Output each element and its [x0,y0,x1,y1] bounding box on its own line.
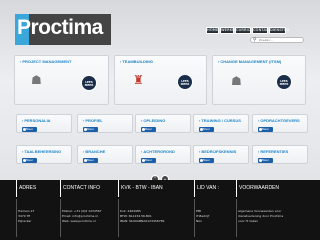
meer-button[interactable]: Meer [141,127,156,132]
card-opdrachtgevers[interactable]: ›OPDRACHTGEVERS Meer [252,114,308,133]
card-title: ›OPDRACHTGEVERS [258,118,300,123]
footer-separator [16,199,17,237]
footer-line: Pijnacker [18,219,32,223]
footer-line: PMI [196,209,202,213]
logo[interactable]: Proctima [15,14,111,45]
card-title: ›TRAINING / CURSUS [199,118,241,123]
card-title: ›BRANCHE [83,149,106,154]
footer-col-contact: CONTACT INFO Mobiel: +31 (0)6 1234567 Em… [60,180,115,240]
meer-button[interactable]: Meer [22,158,37,163]
card-personalia[interactable]: ›PERSONALIA Meer [16,114,72,133]
figure-change-icon: ☗ [231,74,242,88]
arrow-icon [84,159,87,162]
meer-button[interactable]: Meer [83,158,98,163]
nav-item-contact[interactable]: CONTACT [252,27,271,34]
arrow-icon [84,128,87,131]
footer-heading: ADRES [16,180,36,197]
search-placeholder: Zoeken... [259,38,273,42]
card-opleiding[interactable]: ›OPLEIDING Meer [135,114,191,133]
footer-line: voor IT zaken [238,219,259,223]
footer-col-kvk: KVK - BTW - IBAN Kvk: 2464985 BTW: NL123… [118,180,193,240]
meer-button[interactable]: Meer [83,127,98,132]
meer-button[interactable]: Meer [141,158,156,163]
footer-line: 3470 TE [18,214,31,218]
footer-separator [60,199,61,237]
arrow-icon [142,159,145,162]
footer-line[interactable]: Email: info@proctima.nl [62,214,98,218]
footer-separator [118,199,119,237]
footer-line: Hamers 27 [18,209,35,213]
logo-text: Proctima [17,16,103,39]
lees-meer-badge[interactable]: LEES MEER [177,74,193,90]
arrow-icon [23,128,26,131]
meer-button[interactable]: Meer [258,158,273,163]
card-title: ›PROFIEL [83,118,103,123]
footer-line: IBAN: NL00ABNA0123456789 [120,219,165,223]
card-title: ›PROJECT MANAGEMENT [20,59,72,64]
footer-line[interactable]: Web: www.proctima.nl [62,219,96,223]
footer-line: NGI [196,219,202,223]
footer-heading: LID VAN : [194,180,219,197]
meer-button[interactable]: Meer [258,127,273,132]
card-title: ›TAALBEHEERSING [22,149,62,154]
card-title: ›BEDRIJFSKENNIS [199,149,237,154]
footer-line: Mobiel: +31 (0)6 1234567 [62,209,102,213]
meer-button[interactable]: Meer [22,127,37,132]
search-input[interactable]: ⚲ Zoeken... [250,37,304,43]
card-project-management[interactable]: ›PROJECT MANAGEMENT ☗ LEES MEER [14,55,109,105]
footer: ADRES Hamers 27 3470 TE Pijnacker CONTAC… [0,180,320,240]
footer-heading: VOORWAARDEN [236,180,279,197]
card-achtergrond[interactable]: ›ACHTERGROND Meer [135,145,191,164]
card-branche[interactable]: ›BRANCHE Meer [77,145,133,164]
card-change-management[interactable]: ›CHANGE MANAGEMENT (ITSM) ☗ LEES MEER [212,55,306,105]
nav-item-diensten[interactable]: DIENSTEN [269,27,289,34]
nav-item-home[interactable]: HOME [206,27,219,34]
footer-heading: CONTACT INFO [60,180,100,197]
footer-heading: KVK - BTW - IBAN [118,180,163,197]
card-bedrijfskennis[interactable]: ›BEDRIJFSKENNIS Meer [193,145,249,164]
lees-meer-badge[interactable]: LEES MEER [81,75,97,91]
footer-col-lid-van: LID VAN : PMI IT-Bedrijf NGI [194,180,234,240]
footer-col-adres: ADRES Hamers 27 3470 TE Pijnacker [16,180,58,240]
arrow-icon [259,128,262,131]
main-area: Proctima HOME WERKEN CURRICULUM CONTACT … [0,0,320,180]
card-title: ›REFERENTIES [258,149,289,154]
footer-col-voorwaarden: VOORWAARDEN Algemene Voorwaarden voor di… [236,180,316,240]
card-teambuilding[interactable]: ›TEAMBUILDING ♜ LEES MEER [114,55,207,105]
arrow-icon [259,159,262,162]
card-title: ›CHANGE MANAGEMENT (ITSM) [218,59,282,64]
card-title: ›ACHTERGROND [141,149,175,154]
card-profiel[interactable]: ›PROFIEL Meer [77,114,133,133]
footer-separator [236,199,237,237]
arrow-icon [200,159,203,162]
meer-button[interactable]: Meer [199,158,214,163]
nav-item-werken[interactable]: WERKEN [220,27,237,34]
footer-line[interactable]: Algemene Voorwaarden voor [238,209,281,213]
arrow-icon [23,159,26,162]
footer-line: IT-Bedrijf [196,214,210,218]
team-figures-icon: ♜ [133,73,144,87]
card-taalbeheersing[interactable]: ›TAALBEHEERSING Meer [16,145,72,164]
arrow-icon [200,128,203,131]
footer-line: BTW: NL1234.56.B01 [120,214,152,218]
nav-item-curriculum[interactable]: CURRICULUM [235,27,261,34]
footer-line: dienstverlening door Proctima [238,214,284,218]
meer-button[interactable]: Meer [199,127,214,132]
card-title: ›TEAMBUILDING [120,59,154,64]
arrow-icon [142,128,145,131]
card-training-cursus[interactable]: ›TRAINING / CURSUS Meer [193,114,249,133]
footer-separator [194,199,195,237]
footer-line: Kvk: 2464985 [120,209,141,213]
lees-meer-badge[interactable]: LEES MEER [276,74,292,90]
card-referenties[interactable]: ›REFERENTIES Meer [252,145,308,164]
card-title: ›OPLEIDING [141,118,166,123]
figure-with-flip-chart-icon: ☗ [31,73,42,87]
card-title: ›PERSONALIA [22,118,51,123]
search-icon: ⚲ [253,37,257,43]
